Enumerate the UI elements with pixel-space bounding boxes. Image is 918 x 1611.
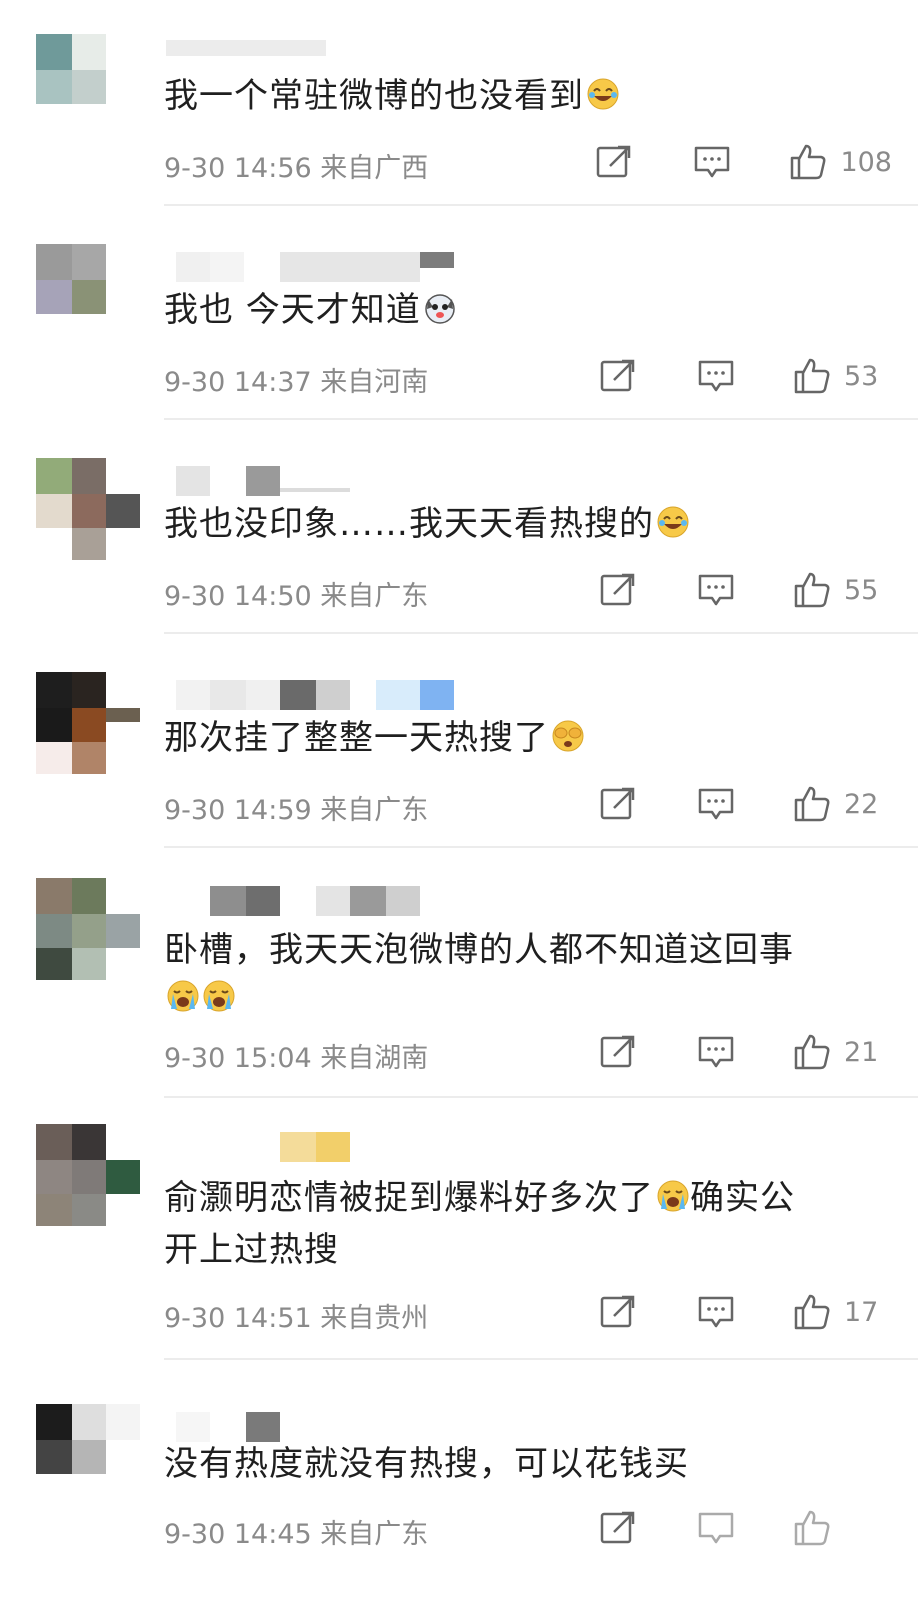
comment-meta: 9-30 14:56 来自广西	[164, 146, 428, 185]
husky-dog-emoji	[425, 294, 455, 324]
avatar[interactable]	[36, 1404, 140, 1510]
like-count: 53	[844, 360, 879, 392]
laughing-tears-emoji	[657, 506, 689, 538]
timestamp: 9-30 14:56	[164, 153, 312, 184]
divider	[164, 1096, 918, 1098]
timestamp: 9-30 15:04	[164, 1043, 312, 1074]
comment-text: 没有热度就没有热搜，可以花钱买	[164, 1444, 689, 1484]
reply-icon[interactable]	[696, 1032, 736, 1072]
username-blurred[interactable]	[166, 672, 526, 710]
laughing-tears-emoji	[587, 78, 619, 110]
share-icon[interactable]	[598, 356, 638, 396]
timestamp: 9-30 14:59	[164, 795, 312, 826]
comment-text: 卧槽，我天天泡微博的人都不知道这回事	[164, 930, 794, 970]
comment-actions: 22	[598, 784, 892, 824]
like-button[interactable]: 55	[792, 570, 892, 610]
like-count: 108	[840, 146, 892, 178]
username-blurred[interactable]	[166, 458, 526, 496]
share-icon[interactable]	[598, 1292, 638, 1332]
share-icon[interactable]	[598, 1508, 638, 1548]
like-button[interactable]: 53	[792, 356, 892, 396]
timestamp: 9-30 14:45	[164, 1519, 312, 1550]
like-count: 22	[844, 788, 879, 820]
reply-icon[interactable]	[692, 142, 732, 182]
comment-meta: 9-30 14:51 来自贵州	[164, 1296, 428, 1335]
thumbs-up-icon	[794, 358, 830, 394]
comment-text-emoji-line	[164, 972, 236, 1024]
location: 来自广东	[320, 795, 429, 826]
thumbs-up-icon	[794, 1034, 830, 1070]
comment-actions	[598, 1508, 892, 1548]
crying-emoji	[203, 980, 235, 1012]
comment-text: 我也 今天才知道	[164, 284, 457, 336]
location: 来自河南	[320, 367, 429, 398]
like-count: 21	[844, 1036, 879, 1068]
username-blurred[interactable]	[166, 1124, 526, 1162]
reply-icon[interactable]	[696, 1292, 736, 1332]
timestamp: 9-30 14:50	[164, 581, 312, 612]
comment-text: 我也没印象……我天天看热搜的	[164, 498, 690, 550]
reply-icon[interactable]	[696, 784, 736, 824]
like-button[interactable]: 22	[792, 784, 892, 824]
comment-text: 那次挂了整整一天热搜了	[164, 712, 585, 764]
avatar[interactable]	[36, 672, 140, 778]
avatar[interactable]	[36, 30, 140, 136]
thumbs-up-icon	[794, 572, 830, 608]
username-blurred[interactable]	[166, 30, 526, 66]
reply-icon[interactable]	[696, 356, 736, 396]
thumbs-up-icon	[794, 1294, 830, 1330]
location: 来自贵州	[320, 1303, 429, 1334]
timestamp: 9-30 14:51	[164, 1303, 312, 1334]
thumbs-up-icon	[794, 786, 830, 822]
share-icon[interactable]	[594, 142, 634, 182]
reply-icon[interactable]	[696, 1508, 736, 1548]
divider	[164, 204, 918, 206]
thumbs-up-icon	[791, 144, 826, 180]
location: 来自广东	[320, 581, 429, 612]
share-icon[interactable]	[598, 1032, 638, 1072]
divider	[164, 846, 918, 848]
comment-meta: 9-30 14:59 来自广东	[164, 788, 428, 827]
avatar[interactable]	[36, 1124, 140, 1230]
comment-meta: 9-30 15:04 来自湖南	[164, 1036, 428, 1075]
comment-meta: 9-30 14:45 来自广东	[164, 1512, 428, 1551]
crying-emoji	[657, 1180, 689, 1212]
comment-meta: 9-30 14:37 来自河南	[164, 360, 428, 399]
comment-actions: 21	[598, 1032, 892, 1072]
comment-actions: 17	[598, 1292, 892, 1332]
comment-text: 我一个常驻微博的也没看到	[164, 70, 620, 122]
comment-feed: 我一个常驻微博的也没看到 9-30 14:56 来自广西 108 我也 今天才知…	[0, 0, 918, 1611]
location: 来自广西	[320, 153, 429, 184]
avatar[interactable]	[36, 244, 140, 350]
like-button[interactable]: 21	[792, 1032, 892, 1072]
location: 来自广东	[320, 1519, 429, 1550]
avatar[interactable]	[36, 458, 140, 564]
username-blurred[interactable]	[166, 244, 526, 282]
reply-icon[interactable]	[696, 570, 736, 610]
comment-actions: 108	[594, 142, 892, 182]
comment-actions: 55	[598, 570, 892, 610]
like-count: 17	[844, 1296, 879, 1328]
divider	[164, 418, 918, 420]
username-blurred[interactable]	[166, 1404, 526, 1442]
like-count: 55	[844, 574, 879, 606]
timestamp: 9-30 14:37	[164, 367, 312, 398]
like-button[interactable]: 108	[788, 142, 892, 182]
divider	[164, 632, 918, 634]
comment-text: 俞灏明恋情被捉到爆料好多次了 确实公	[164, 1178, 795, 1218]
avatar[interactable]	[36, 878, 140, 984]
like-button[interactable]: 17	[792, 1292, 892, 1332]
comment-actions: 53	[598, 356, 892, 396]
thumbs-up-icon	[794, 1510, 830, 1546]
location: 来自湖南	[320, 1043, 429, 1074]
like-button[interactable]	[792, 1508, 892, 1548]
covering-eyes-emoji	[552, 720, 584, 752]
comment-meta: 9-30 14:50 来自广东	[164, 574, 428, 613]
comment-text-line2: 开上过热搜	[164, 1230, 339, 1270]
share-icon[interactable]	[598, 570, 638, 610]
share-icon[interactable]	[598, 784, 638, 824]
crying-emoji	[167, 980, 199, 1012]
username-blurred[interactable]	[166, 878, 526, 916]
divider	[164, 1358, 918, 1360]
